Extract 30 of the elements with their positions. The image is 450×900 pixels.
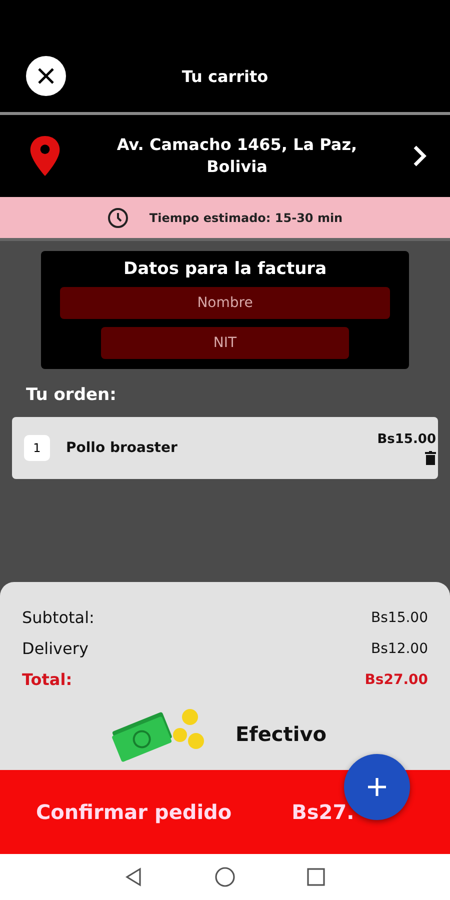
item-quantity: 1 [24,435,50,461]
input-field[interactable]: NIT [101,327,349,359]
location-pin-icon [28,136,62,176]
plus-icon [367,777,387,797]
summary-value: Bs12.00 [371,640,428,656]
item-price: Bs15.00 [377,432,436,446]
home-icon[interactable] [214,866,236,888]
close-icon [37,67,55,85]
item-name: Pollo broaster [66,440,178,456]
trash-icon[interactable] [425,450,436,464]
delivery-address: Av. Camacho 1465, La Paz, Bolivia [116,134,358,178]
invoice-title: Datos para la factura [123,259,327,279]
clock-icon [107,206,130,228]
order-title: Tu orden: [26,385,118,405]
order-item[interactable]: 1 Pollo broaster Bs15.00 [12,417,438,479]
estimated-time: Tiempo estimado: 15-30 min [149,210,343,224]
chevron-right-icon[interactable] [412,145,428,167]
summary-value: Bs15.00 [371,610,428,626]
page-title: Tu carrito [180,66,270,86]
back-icon[interactable] [124,867,144,887]
summary-label: Subtotal: [22,608,94,627]
input-field[interactable]: Nombre [60,287,390,319]
confirm-label: Confirmar pedido [36,800,232,824]
summary-label: Total: [22,670,72,689]
recents-icon[interactable] [306,867,326,887]
confirm-amount: Bs27. [292,800,354,824]
close-button[interactable] [26,56,66,96]
summary-label: Delivery [22,639,88,658]
payment-method: Efectivo [236,722,326,746]
summary-value: Bs27.00 [364,672,428,688]
